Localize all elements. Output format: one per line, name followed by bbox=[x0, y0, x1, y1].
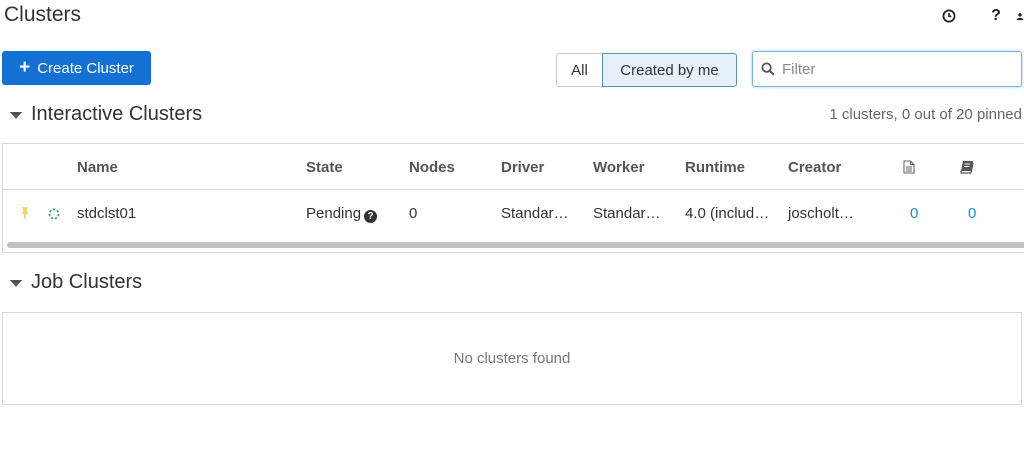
filter-box[interactable] bbox=[752, 51, 1022, 87]
job-clusters-toggle[interactable]: Job Clusters bbox=[10, 271, 142, 294]
spinner-icon bbox=[48, 207, 60, 225]
filter-created-by-me-button[interactable]: Created by me bbox=[602, 53, 737, 87]
table-row[interactable]: stdclst01 Pending? 0 Standar… Standar… 4… bbox=[3, 191, 1024, 236]
col-nodes[interactable]: Nodes bbox=[409, 159, 455, 176]
col-state[interactable]: State bbox=[306, 159, 343, 176]
caret-down-icon bbox=[10, 280, 22, 287]
filter-all-button[interactable]: All bbox=[556, 53, 603, 87]
empty-message: No clusters found bbox=[453, 350, 571, 367]
create-cluster-button[interactable]: + Create Cluster bbox=[2, 51, 151, 85]
cluster-nodes: 0 bbox=[409, 205, 418, 222]
cluster-state: Pending? bbox=[306, 205, 378, 223]
job-clusters-title: Job Clusters bbox=[31, 271, 143, 293]
interactive-clusters-table: Name State Nodes Driver Worker Runtime C… bbox=[2, 143, 1024, 253]
cluster-driver: Standar… bbox=[501, 205, 569, 222]
col-creator[interactable]: Creator bbox=[788, 159, 841, 176]
cluster-state-label: Pending bbox=[306, 205, 362, 222]
cluster-runtime: 4.0 (includ… bbox=[685, 205, 770, 222]
col-driver[interactable]: Driver bbox=[501, 159, 544, 176]
table-header: Name State Nodes Driver Worker Runtime C… bbox=[3, 144, 1024, 190]
search-icon bbox=[761, 62, 775, 76]
cluster-libraries-count[interactable]: 0 bbox=[968, 205, 976, 222]
page-title: Clusters bbox=[4, 3, 82, 26]
col-name[interactable]: Name bbox=[77, 159, 118, 176]
book-icon bbox=[960, 160, 974, 179]
cluster-name[interactable]: stdclst01 bbox=[77, 205, 136, 222]
create-cluster-label: Create Cluster bbox=[37, 59, 134, 77]
cluster-notebooks-count[interactable]: 0 bbox=[910, 205, 918, 222]
filter-input[interactable] bbox=[782, 60, 1012, 78]
document-icon bbox=[903, 160, 915, 179]
clock-icon[interactable] bbox=[939, 6, 959, 26]
col-worker[interactable]: Worker bbox=[593, 159, 644, 176]
interactive-clusters-toggle[interactable]: Interactive Clusters bbox=[10, 103, 202, 126]
pin-icon[interactable] bbox=[20, 206, 30, 224]
job-clusters-table: No clusters found bbox=[2, 312, 1022, 405]
interactive-clusters-title: Interactive Clusters bbox=[31, 103, 203, 125]
caret-down-icon bbox=[10, 112, 22, 119]
cluster-creator: joscholt… bbox=[788, 205, 854, 222]
clusters-summary: 1 clusters, 0 out of 20 pinned bbox=[829, 106, 1022, 123]
horizontal-scrollbar[interactable] bbox=[7, 242, 1024, 248]
user-icon[interactable] bbox=[1016, 6, 1024, 26]
plus-icon: + bbox=[19, 56, 31, 78]
col-runtime[interactable]: Runtime bbox=[685, 159, 745, 176]
top-icons: ? bbox=[939, 6, 1024, 26]
help-icon[interactable]: ? bbox=[986, 6, 1006, 26]
cluster-worker: Standar… bbox=[593, 205, 661, 222]
question-circle-icon[interactable]: ? bbox=[364, 210, 378, 223]
ownership-filter: All Created by me bbox=[556, 53, 737, 87]
